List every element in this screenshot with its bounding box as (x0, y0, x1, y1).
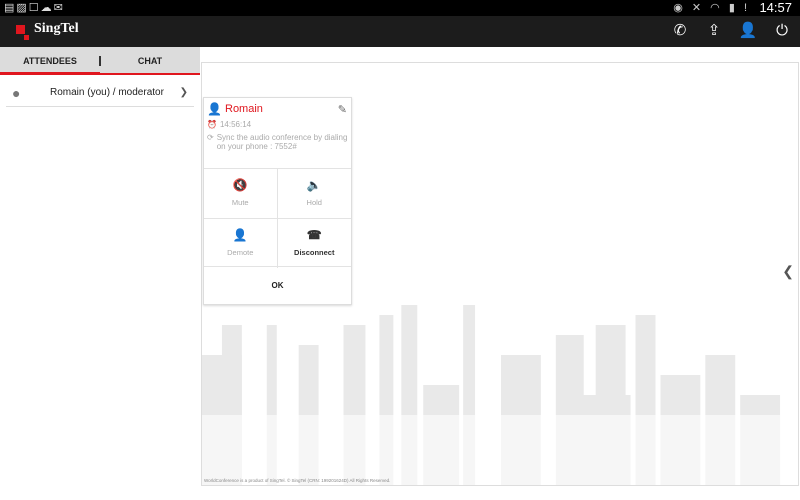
person-icon: ● (12, 84, 21, 101)
sync-instructions: Sync the audio conference by dialing on … (216, 133, 348, 151)
tab-chat[interactable]: CHAT (100, 47, 200, 75)
tab-attendees[interactable]: ATTENDEES (0, 47, 100, 75)
status-bar: ▤▨☐☁✉ ◉ ✕ ◠ ▮ ! 14:57 (0, 0, 800, 16)
join-time: 14:56:14 (219, 120, 252, 129)
add-user-icon[interactable]: 👤 (738, 21, 758, 41)
disconnect-label: Disconnect (294, 248, 335, 257)
mute-button[interactable]: 🔇 Mute (204, 168, 278, 218)
tab-divider (99, 56, 101, 66)
attendee-card: 👤 Romain ✎ ⏰ 14:56:14 ⟳ Sync the audio con… (203, 97, 352, 305)
clock: 14:57 (759, 0, 792, 15)
disconnect-button[interactable]: ☎ Disconnect (277, 218, 351, 268)
speaker-hold-icon: 🔈 (306, 178, 322, 192)
demote-icon: 👤 (232, 228, 248, 242)
hold-label: Hold (306, 198, 322, 207)
edit-pencil-icon[interactable]: ✎ (338, 103, 347, 116)
power-icon[interactable]: ⏻ (772, 21, 792, 41)
speaker-mute-icon: 🔇 (232, 178, 248, 192)
chevron-right-icon: ❯ (179, 87, 188, 98)
notification-icons: ▤▨☐☁✉ (4, 2, 65, 14)
singtel-logo: SingTel (16, 21, 79, 40)
card-name: Romain (225, 103, 263, 115)
upload-icon[interactable]: ⇪ (704, 21, 724, 41)
attendee-row[interactable]: ● Romain (you) / moderator ❯ (6, 79, 194, 107)
moderator-icon: 👤 (207, 102, 222, 116)
app-bar: SingTel ✆ ⇪ 👤 ⏻ (0, 16, 800, 47)
phone-call-icon[interactable]: ✆ (670, 21, 690, 41)
sync-icon: ⟳ (207, 133, 214, 142)
tab-underline (100, 73, 200, 75)
attendee-name: Romain (you) / moderator (50, 87, 164, 98)
ok-button[interactable]: OK (204, 266, 351, 304)
sidebar-tabs: ATTENDEES CHAT (0, 47, 200, 75)
alarm-clock-icon: ⏰ (207, 120, 217, 129)
hang-up-icon: ☎ (306, 228, 322, 242)
mute-label: Mute (231, 198, 249, 207)
hold-button[interactable]: 🔈 Hold (277, 168, 351, 218)
demote-label: Demote (227, 248, 254, 257)
copyright-footer: WorldConference is a product of SingTel.… (204, 478, 391, 483)
system-icons: ◉ ✕ ◠ ▮ ! (673, 2, 750, 14)
demote-button[interactable]: 👤 Demote (204, 218, 278, 268)
chevron-left-icon[interactable]: ❮ (782, 263, 794, 280)
